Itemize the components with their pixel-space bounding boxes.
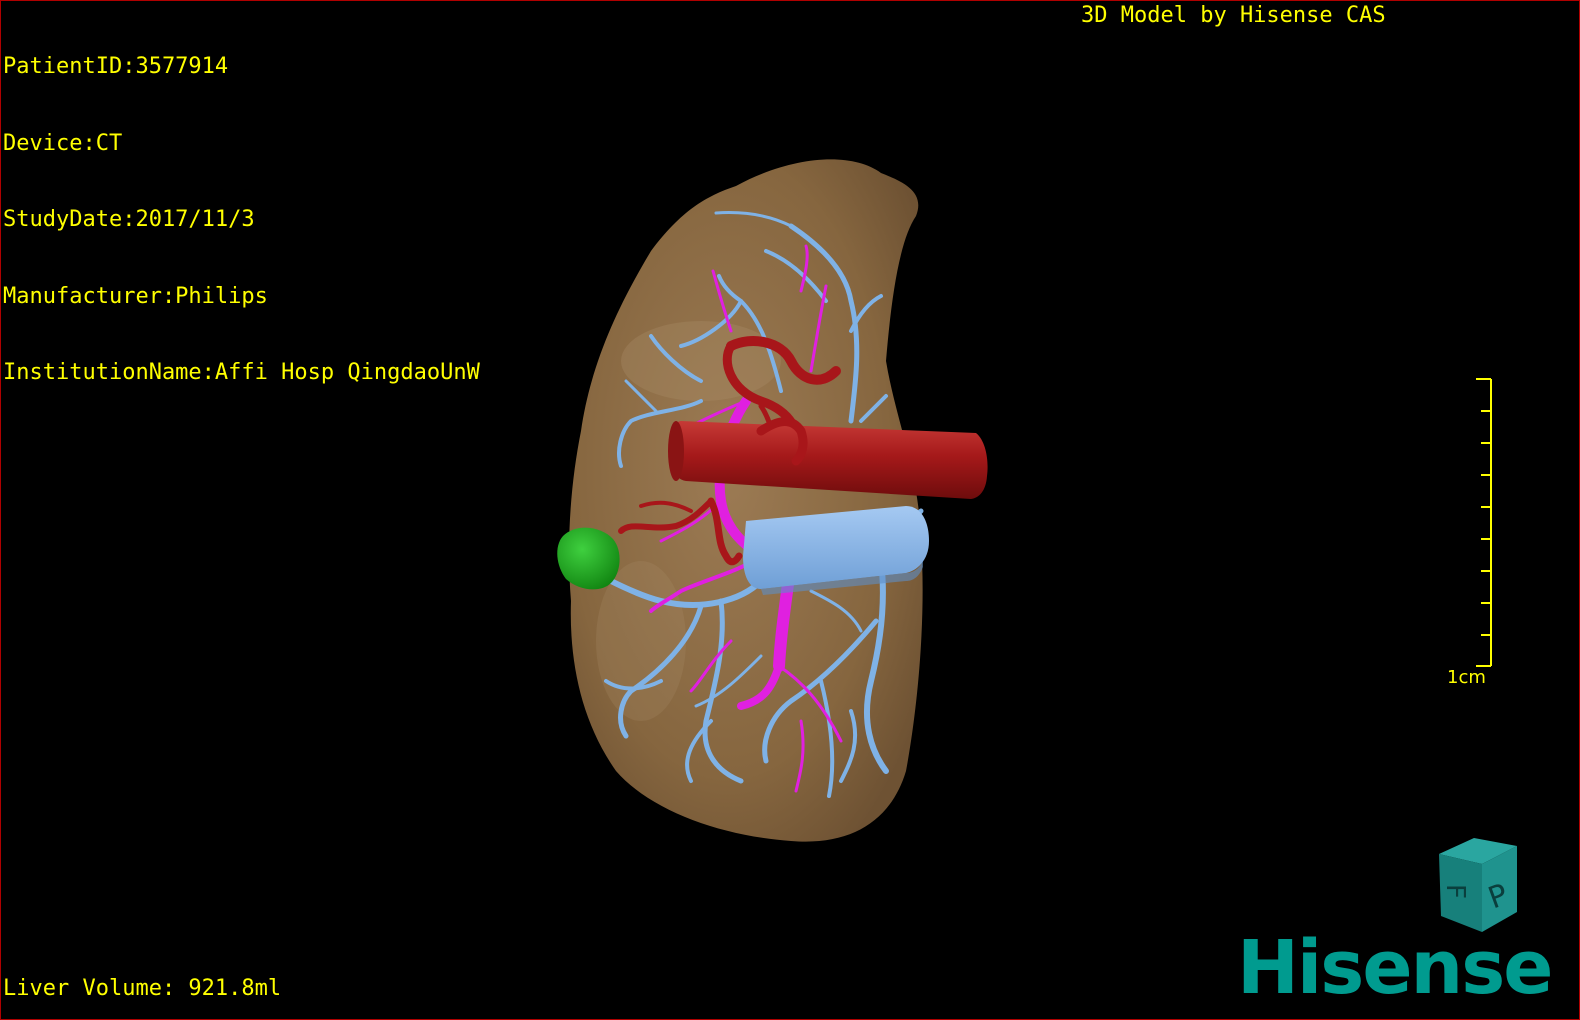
device-text: Device:CT: [3, 130, 123, 156]
scale-bar-label: 1cm: [1447, 667, 1486, 688]
orientation-cube-icon[interactable]: F P: [1419, 836, 1529, 936]
patient-info-overlay: PatientID:3577914 Device:CT StudyDate:20…: [3, 3, 480, 437]
scale-bar: [1476, 378, 1492, 667]
liver-highlight: [596, 561, 686, 721]
model-credit-text: 3D Model by Hisense CAS: [1081, 3, 1386, 28]
patient-id-text: PatientID:3577914: [3, 54, 229, 79]
manufacturer-text: Manufacturer:Philips: [3, 283, 268, 309]
liver-volume-text: Liver Volume: 921.8ml: [3, 976, 282, 1001]
institution-text: InstitutionName:Affi Hosp QingdaoUnW: [3, 360, 480, 385]
cube-face-label-f: F: [1440, 884, 1470, 899]
liver-highlight: [621, 321, 781, 401]
ivc-end-cap: [668, 421, 684, 481]
hisense-logo: Hisense: [1237, 925, 1553, 1011]
tumor-lesion[interactable]: [557, 527, 620, 590]
study-date-text: StudyDate:2017/11/3: [3, 207, 255, 232]
3d-viewport[interactable]: PatientID:3577914 Device:CT StudyDate:20…: [0, 0, 1580, 1020]
